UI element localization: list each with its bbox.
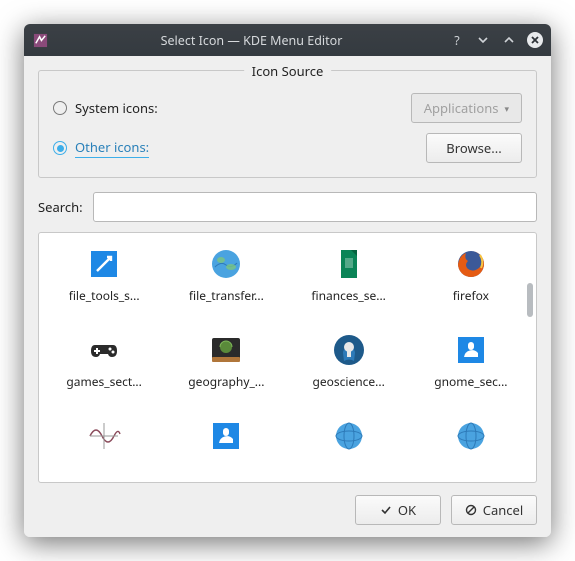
- icon-label: file_tools_s...: [69, 287, 140, 304]
- icon-item[interactable]: gnome_sec...: [412, 329, 530, 411]
- chevron-down-icon: ▾: [504, 102, 509, 115]
- cancel-button-label: Cancel: [483, 501, 523, 519]
- system-icons-label: System icons:: [75, 99, 158, 117]
- gnuplot-icon: [87, 419, 121, 453]
- icon-label: geoscience...: [312, 373, 384, 390]
- category-dropdown-label: Applications: [424, 99, 499, 117]
- icon-label: geography_...: [188, 373, 264, 390]
- titlebar: Select Icon — KDE Menu Editor ?: [24, 24, 551, 56]
- dialog-body: Icon Source System icons: Applications ▾…: [24, 56, 551, 537]
- icon-item[interactable]: graphical_d...: [167, 415, 285, 483]
- gamepad-icon: [87, 333, 121, 367]
- icon-item[interactable]: graphics_3...: [290, 415, 408, 483]
- finances-icon: [332, 247, 366, 281]
- scrollbar-thumb[interactable]: [527, 283, 533, 317]
- icon-item[interactable]: firefox: [412, 243, 530, 325]
- icon-item[interactable]: geography_...: [167, 329, 285, 411]
- geography-icon: [209, 333, 243, 367]
- ok-button-label: OK: [398, 501, 416, 519]
- cancel-icon: [465, 504, 477, 516]
- check-icon: [380, 504, 392, 516]
- ok-button[interactable]: OK: [355, 495, 441, 525]
- globe-icon: [209, 247, 243, 281]
- search-label: Search:: [38, 198, 83, 216]
- icon-item[interactable]: gnuplot: [45, 415, 163, 483]
- gnome-section-icon: [454, 333, 488, 367]
- icon-source-group: Icon Source System icons: Applications ▾…: [38, 70, 537, 178]
- icon-label: firefox: [453, 287, 489, 304]
- search-row: Search:: [38, 192, 537, 222]
- close-icon[interactable]: [527, 32, 543, 48]
- system-icons-radio[interactable]: System icons:: [53, 99, 158, 117]
- window-controls: ?: [449, 32, 543, 48]
- window-title: Select Icon — KDE Menu Editor: [54, 32, 449, 49]
- category-dropdown: Applications ▾: [411, 93, 522, 123]
- firefox-icon: [454, 247, 488, 281]
- radio-dot-icon: [53, 101, 67, 115]
- geoscience-icon: [332, 333, 366, 367]
- radio-dot-icon: [53, 141, 67, 155]
- sphere-icon: [454, 419, 488, 453]
- icon-item[interactable]: games_sect...: [45, 329, 163, 411]
- dialog-footer: OK Cancel: [38, 495, 537, 525]
- graphical-icon: [209, 419, 243, 453]
- browse-button-label: Browse...: [446, 139, 501, 157]
- other-icons-radio[interactable]: Other icons:: [53, 138, 149, 158]
- search-input[interactable]: [93, 192, 537, 222]
- icon-item[interactable]: graphics_s...: [412, 415, 530, 483]
- icon-label: finances_se...: [311, 287, 386, 304]
- cancel-button[interactable]: Cancel: [451, 495, 537, 525]
- icon-label: games_sect...: [66, 373, 141, 390]
- help-icon[interactable]: ?: [449, 32, 465, 48]
- icon-label: file_transfer...: [189, 287, 264, 304]
- sphere-icon: [332, 419, 366, 453]
- icon-item[interactable]: file_transfer...: [167, 243, 285, 325]
- icon-item[interactable]: file_tools_s...: [45, 243, 163, 325]
- dialog-window: Select Icon — KDE Menu Editor ? Icon Sou…: [24, 24, 551, 537]
- icon-source-title: Icon Source: [244, 62, 332, 80]
- maximize-icon[interactable]: [501, 32, 517, 48]
- icon-label: gnome_sec...: [434, 373, 507, 390]
- icon-list: file_tools_s... file_transfer... finance…: [38, 232, 537, 483]
- app-icon: [32, 32, 48, 48]
- file-tools-icon: [87, 247, 121, 281]
- icon-item[interactable]: finances_se...: [290, 243, 408, 325]
- browse-button[interactable]: Browse...: [426, 133, 522, 163]
- minimize-icon[interactable]: [475, 32, 491, 48]
- icon-item[interactable]: geoscience...: [290, 329, 408, 411]
- other-icons-label: Other icons:: [75, 138, 149, 158]
